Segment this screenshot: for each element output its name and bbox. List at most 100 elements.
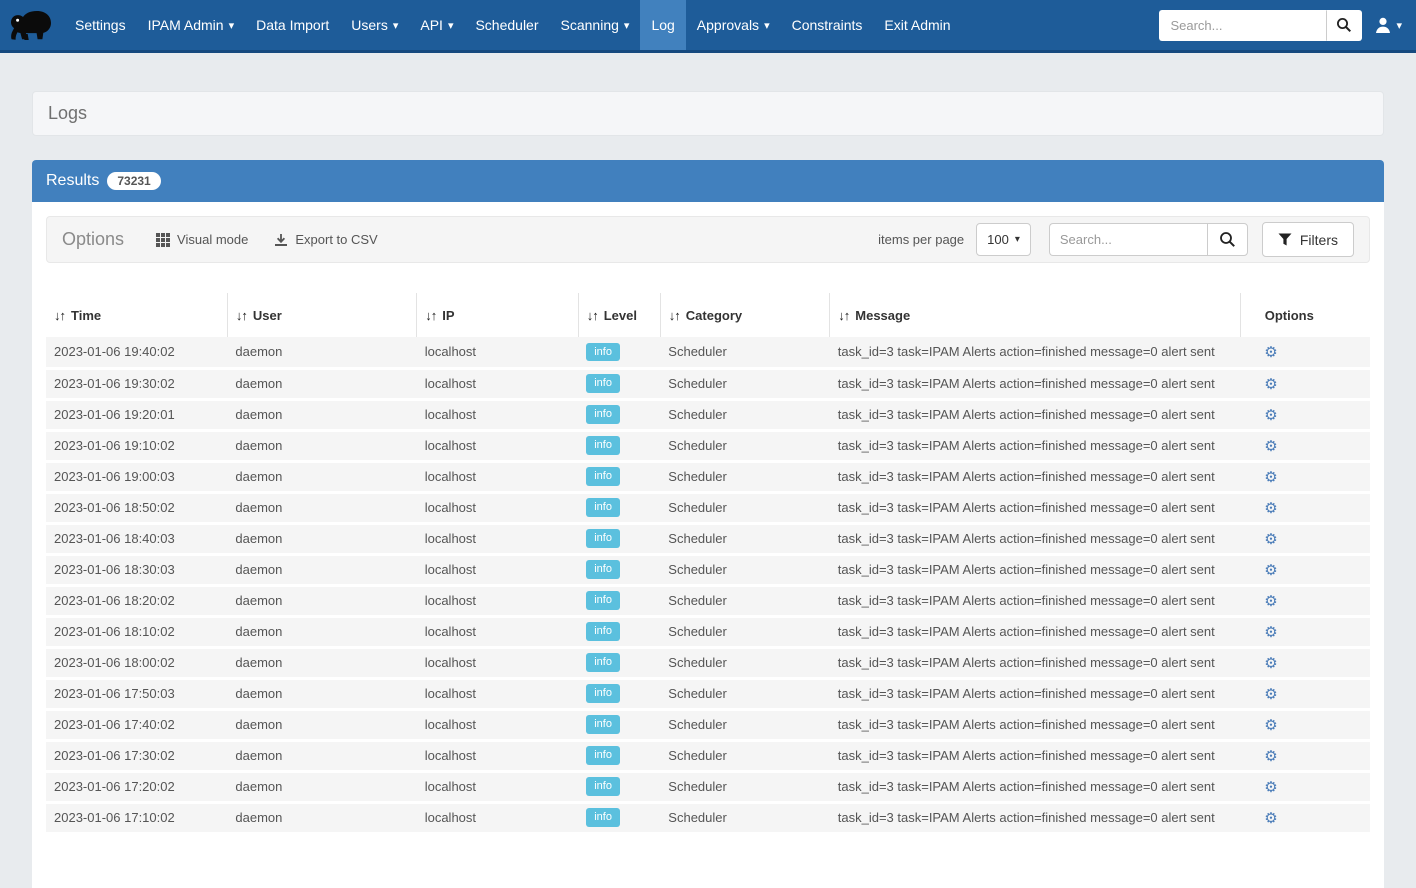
cell-user: daemon — [227, 368, 416, 399]
gear-icon[interactable]: ⚙ — [1264, 376, 1277, 393]
nav-item-constraints[interactable]: Constraints — [781, 0, 874, 50]
gear-icon[interactable]: ⚙ — [1264, 344, 1277, 361]
time-value: 2023-01-06 19:30:02 — [54, 376, 175, 391]
message-value: task_id=3 task=IPAM Alerts action=finish… — [838, 655, 1215, 670]
level-badge: info — [586, 436, 620, 454]
column-label: Time — [71, 308, 101, 323]
column-header-time[interactable]: ↓↑Time — [46, 293, 227, 337]
results-body: Options Visual mode — [32, 202, 1384, 849]
cell-message: task_id=3 task=IPAM Alerts action=finish… — [830, 430, 1240, 461]
nav-item-scanning[interactable]: Scanning▾ — [550, 0, 641, 50]
items-per-page-dropdown[interactable]: 100 ▾ — [976, 223, 1031, 256]
ip-value: localhost — [425, 748, 476, 763]
ip-value: localhost — [425, 438, 476, 453]
column-label: Options — [1265, 308, 1314, 323]
cell-user: daemon — [227, 585, 416, 616]
global-search — [1159, 10, 1362, 41]
export-csv-button[interactable]: Export to CSV — [274, 232, 377, 247]
nav-item-scheduler[interactable]: Scheduler — [464, 0, 549, 50]
gear-icon[interactable]: ⚙ — [1264, 469, 1277, 486]
nav-item-data-import[interactable]: Data Import — [245, 0, 340, 50]
level-badge: info — [586, 715, 620, 733]
cell-time: 2023-01-06 17:50:03 — [46, 678, 227, 709]
time-value: 2023-01-06 18:50:02 — [54, 500, 175, 515]
global-search-button[interactable] — [1326, 10, 1362, 41]
visual-mode-button[interactable]: Visual mode — [156, 232, 248, 247]
cell-time: 2023-01-06 17:20:02 — [46, 771, 227, 802]
cell-user: daemon — [227, 616, 416, 647]
gear-icon[interactable]: ⚙ — [1264, 438, 1277, 455]
user-value: daemon — [235, 748, 282, 763]
column-header-level[interactable]: ↓↑Level — [578, 293, 660, 337]
cell-time: 2023-01-06 17:10:02 — [46, 802, 227, 833]
chevron-down-icon: ▾ — [1015, 234, 1020, 245]
nav-item-label: Exit Admin — [884, 17, 950, 33]
nav-item-label: Users — [351, 17, 388, 33]
cell-ip: localhost — [417, 709, 579, 740]
nav-item-settings[interactable]: Settings — [64, 0, 137, 50]
cell-category: Scheduler — [660, 647, 829, 678]
category-value: Scheduler — [668, 779, 727, 794]
table-row: 2023-01-06 19:20:01daemonlocalhostinfoSc… — [46, 399, 1370, 430]
table-row: 2023-01-06 19:00:03daemonlocalhostinfoSc… — [46, 461, 1370, 492]
user-value: daemon — [235, 438, 282, 453]
gear-icon[interactable]: ⚙ — [1264, 810, 1277, 827]
nav-item-users[interactable]: Users▾ — [340, 0, 409, 50]
nav-item-label: Constraints — [792, 17, 863, 33]
gear-icon[interactable]: ⚙ — [1264, 748, 1277, 765]
cell-message: task_id=3 task=IPAM Alerts action=finish… — [830, 461, 1240, 492]
time-value: 2023-01-06 18:30:03 — [54, 562, 175, 577]
visual-mode-label: Visual mode — [177, 232, 248, 247]
user-value: daemon — [235, 500, 282, 515]
cell-user: daemon — [227, 678, 416, 709]
gear-icon[interactable]: ⚙ — [1264, 593, 1277, 610]
ip-value: localhost — [425, 407, 476, 422]
time-value: 2023-01-06 19:20:01 — [54, 407, 175, 422]
gear-icon[interactable]: ⚙ — [1264, 717, 1277, 734]
app-logo[interactable] — [0, 0, 64, 50]
options-toolbar: Options Visual mode — [46, 216, 1370, 263]
column-header-ip[interactable]: ↓↑IP — [417, 293, 579, 337]
column-header-message[interactable]: ↓↑Message — [830, 293, 1240, 337]
table-row: 2023-01-06 18:40:03daemonlocalhostinfoSc… — [46, 523, 1370, 554]
column-header-category[interactable]: ↓↑Category — [660, 293, 829, 337]
results-title: Results — [46, 172, 99, 190]
cell-category: Scheduler — [660, 802, 829, 833]
table-search-input[interactable] — [1049, 223, 1207, 256]
cell-message: task_id=3 task=IPAM Alerts action=finish… — [830, 678, 1240, 709]
gear-icon[interactable]: ⚙ — [1264, 407, 1277, 424]
cell-ip: localhost — [417, 523, 579, 554]
nav-item-label: Scanning — [561, 17, 619, 33]
nav-item-approvals[interactable]: Approvals▾ — [686, 0, 781, 50]
category-value: Scheduler — [668, 748, 727, 763]
filters-button[interactable]: Filters — [1262, 222, 1354, 257]
cell-level: info — [578, 771, 660, 802]
gear-icon[interactable]: ⚙ — [1264, 779, 1277, 796]
cell-level: info — [578, 368, 660, 399]
table-row: 2023-01-06 18:20:02daemonlocalhostinfoSc… — [46, 585, 1370, 616]
cell-options: ⚙ — [1240, 616, 1370, 647]
cell-message: task_id=3 task=IPAM Alerts action=finish… — [830, 492, 1240, 523]
items-per-page-value: 100 — [987, 232, 1009, 247]
cell-level: info — [578, 461, 660, 492]
cell-message: task_id=3 task=IPAM Alerts action=finish… — [830, 399, 1240, 430]
nav-item-ipam-admin[interactable]: IPAM Admin▾ — [137, 0, 246, 50]
gear-icon[interactable]: ⚙ — [1264, 562, 1277, 579]
cell-message: task_id=3 task=IPAM Alerts action=finish… — [830, 585, 1240, 616]
gear-icon[interactable]: ⚙ — [1264, 686, 1277, 703]
message-value: task_id=3 task=IPAM Alerts action=finish… — [838, 562, 1215, 577]
global-search-input[interactable] — [1159, 10, 1326, 41]
nav-item-exit-admin[interactable]: Exit Admin — [873, 0, 961, 50]
category-value: Scheduler — [668, 344, 727, 359]
user-menu[interactable]: ▾ — [1374, 16, 1402, 34]
gear-icon[interactable]: ⚙ — [1264, 655, 1277, 672]
column-header-user[interactable]: ↓↑User — [227, 293, 416, 337]
ip-value: localhost — [425, 810, 476, 825]
nav-item-api[interactable]: API▾ — [409, 0, 464, 50]
gear-icon[interactable]: ⚙ — [1264, 531, 1277, 548]
gear-icon[interactable]: ⚙ — [1264, 624, 1277, 641]
level-badge: info — [586, 343, 620, 361]
table-search-button[interactable] — [1207, 223, 1248, 256]
gear-icon[interactable]: ⚙ — [1264, 500, 1277, 517]
nav-item-log[interactable]: Log — [640, 0, 685, 50]
